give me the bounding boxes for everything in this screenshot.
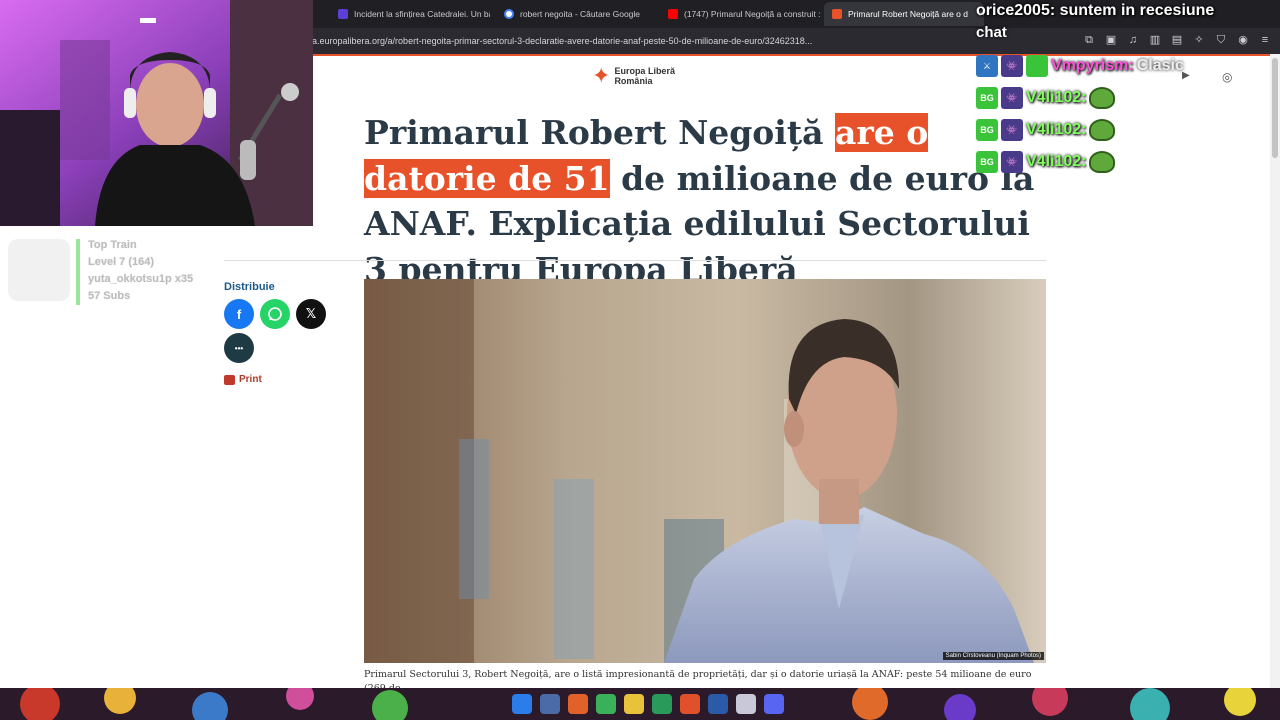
brave-browser-icon[interactable] (680, 694, 700, 714)
tab-label: Primarul Robert Negoiță are o d (848, 9, 969, 19)
whatsapp-share-button[interactable] (260, 299, 290, 329)
logo-line2: România (614, 76, 653, 86)
rfe-icon (832, 9, 842, 19)
discord-icon[interactable] (764, 694, 784, 714)
music-icon[interactable]: ♫ (1126, 33, 1140, 47)
train-title: Top Train (88, 239, 137, 251)
browser-tab[interactable]: robert negoita - Căutare Google (496, 2, 656, 26)
chat-message: BG 👾 V4li102: (976, 116, 1116, 144)
extensions-icon[interactable]: ⧉ (1082, 33, 1096, 47)
youtube-icon (668, 9, 678, 19)
tab-search-icon[interactable]: ▣ (1104, 33, 1118, 47)
wallet-icon[interactable]: ▤ (1170, 33, 1184, 47)
browser-tab-active[interactable]: Primarul Robert Negoiță are o d ✕ (824, 2, 984, 26)
train-level: Level 7 (164) (88, 256, 155, 268)
chat-username: V4li102: (1026, 153, 1087, 170)
rfe-torch-icon: ✦ (592, 63, 611, 88)
sub-badge-icon: 👾 (1001, 87, 1023, 109)
headline-text: Primarul Robert Negoiță (364, 113, 835, 152)
url-text: a.europalibera.org/a/robert-negoita-prim… (312, 36, 813, 46)
app-icon[interactable] (568, 694, 588, 714)
browser-toolbar: ⧉ ▣ ♫ ▥ ▤ ✧ ⛉ ◉ ≡ (1082, 33, 1272, 47)
webcam-image (0, 0, 313, 226)
photo-credit: Sabin Cîrstoveanu (Inquam Photos) (942, 652, 1044, 660)
chat-username: V4li102: (1026, 121, 1087, 138)
whatsapp-icon (268, 307, 282, 321)
chat-username: Vmpyrism: (1051, 57, 1134, 74)
site-logo[interactable]: ✦ Europa Liberă România (592, 63, 675, 88)
more-icon: ••• (234, 343, 244, 353)
tab-label: robert negoita - Căutare Google (520, 9, 641, 19)
leo-icon[interactable]: ✧ (1192, 33, 1206, 47)
train-user: yuta_okkotsu1p x35 (88, 273, 194, 285)
train-progress-bar (76, 239, 80, 305)
share-label: Distribuie (224, 281, 275, 293)
app-icon[interactable] (596, 694, 616, 714)
browser-tab[interactable]: (1747) Primarul Negoiță a construit : (660, 2, 820, 26)
steam-icon[interactable] (708, 694, 728, 714)
app-icon[interactable] (736, 694, 756, 714)
print-link[interactable]: Print (224, 374, 262, 385)
url-field[interactable]: a.europalibera.org/a/robert-negoita-prim… (306, 31, 966, 51)
pepe-emote-icon (1089, 151, 1116, 173)
more-share-button[interactable]: ••• (224, 333, 254, 363)
menu-icon[interactable]: ≡ (1258, 33, 1272, 47)
photo-caption: Primarul Sectorului 3, Robert Negoiță, a… (364, 669, 1032, 688)
tab-label: Incident la sfințirea Catedralei. Un bă (354, 9, 490, 19)
photo-image (364, 279, 1046, 663)
windows-start-icon[interactable] (512, 694, 532, 714)
news-icon (338, 9, 348, 19)
windows-taskbar (0, 688, 1280, 720)
printer-icon (224, 374, 235, 385)
x-share-button[interactable]: 𝕏 (296, 299, 326, 329)
chat-message: BG 👾 V4li102: (976, 148, 1116, 176)
chat-message: BG 👾 V4li102: (976, 84, 1116, 112)
chat-username: V4li102: (1026, 89, 1087, 106)
streamer-webcam (0, 0, 313, 226)
facebook-icon: f (236, 306, 242, 322)
bg-badge-icon: BG (976, 87, 998, 109)
google-icon (504, 9, 514, 19)
sub-badge-icon: 👾 (1001, 151, 1023, 173)
chat-label: chat (976, 24, 1007, 41)
gift-badge-icon (1026, 55, 1048, 77)
file-explorer-icon[interactable] (624, 694, 644, 714)
logo-line1: Europa Liberă (614, 66, 675, 76)
pepe-emote-icon (1089, 119, 1116, 141)
sidebar-icon[interactable]: ▥ (1148, 33, 1162, 47)
moderator-badge-icon: ⚔ (976, 55, 998, 77)
print-label: Print (239, 374, 262, 385)
task-view-icon[interactable] (540, 694, 560, 714)
chat-message-top: orice2005: suntem in recesiune (976, 2, 1215, 19)
vpn-icon[interactable]: ⛉ (1214, 33, 1228, 47)
browser-tab[interactable]: Incident la sfințirea Catedralei. Un bă (330, 2, 490, 26)
x-icon: 𝕏 (305, 306, 317, 321)
app-icon[interactable] (652, 694, 672, 714)
sub-badge-icon: 👾 (1001, 55, 1023, 77)
sub-badge-icon: 👾 (1001, 119, 1023, 141)
taskbar-icons (512, 694, 784, 714)
train-icon (8, 239, 70, 301)
chat-text: Clasic (1136, 57, 1184, 74)
scrollbar-thumb[interactable] (1272, 58, 1278, 158)
hype-train-widget: Top Train Level 7 (164) yuta_okkotsu1p x… (6, 237, 224, 307)
chat-message: ⚔ 👾 Vmpyrism: Clasic (976, 52, 1184, 80)
bg-badge-icon: BG (976, 151, 998, 173)
train-subs: 57 Subs (88, 290, 131, 302)
article-photo[interactable]: Sabin Cîrstoveanu (Inquam Photos) (364, 279, 1046, 663)
divider (224, 260, 1046, 261)
facebook-share-button[interactable]: f (224, 299, 254, 329)
bg-badge-icon: BG (976, 119, 998, 141)
podcast-icon[interactable]: ◎ (1222, 70, 1232, 84)
pepe-emote-icon (1089, 87, 1116, 109)
article-headline: Primarul Robert Negoiță are o datorie de… (364, 110, 1054, 292)
profile-icon[interactable]: ◉ (1236, 33, 1250, 47)
tab-label: (1747) Primarul Negoiță a construit : (684, 9, 820, 19)
page-scrollbar[interactable] (1270, 54, 1280, 688)
